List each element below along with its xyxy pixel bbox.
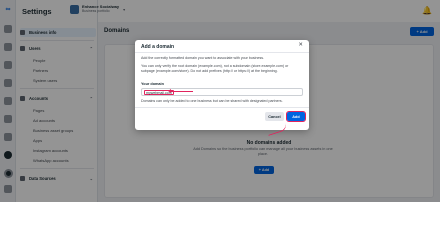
dialog-domain-rules: You can only verify the root domain (exa… xyxy=(141,64,289,73)
cancel-button[interactable]: Cancel xyxy=(265,112,284,121)
add-button[interactable]: Add xyxy=(285,110,307,123)
domain-field-label: Your domain xyxy=(141,82,164,86)
dialog-header: Add a domain ✕ xyxy=(135,40,309,53)
dialog-note: Domains can only be added to one busines… xyxy=(141,99,283,103)
close-icon[interactable]: ✕ xyxy=(298,42,303,49)
dialog-footer-divider xyxy=(135,107,309,108)
domain-input[interactable]: mywebmail.com xyxy=(141,88,303,96)
dialog-title: Add a domain xyxy=(141,44,175,50)
add-domain-dialog: Add a domain ✕ Add the correctly formatt… xyxy=(135,40,309,136)
dialog-instructions: Add the correctly formatted domain you w… xyxy=(141,56,265,60)
annotation-arrow xyxy=(168,89,193,94)
